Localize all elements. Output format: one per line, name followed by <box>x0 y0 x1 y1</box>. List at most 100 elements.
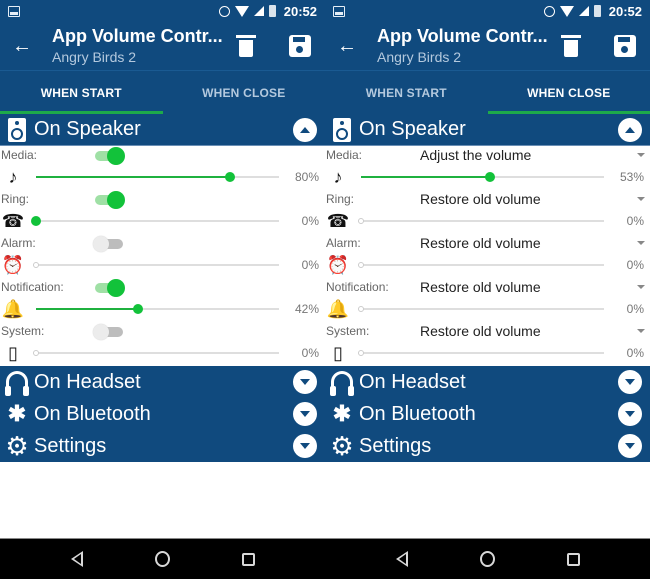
save-icon[interactable] <box>289 35 311 57</box>
slider-thumb[interactable] <box>484 172 495 182</box>
status-bar: 20:52 <box>325 0 650 22</box>
expand-button[interactable] <box>293 402 317 426</box>
stream-toggle[interactable] <box>93 236 123 252</box>
alarm-icon: ⏰ <box>326 254 350 275</box>
stream-toggle[interactable] <box>95 191 125 209</box>
back-arrow-icon[interactable]: ← <box>337 35 359 58</box>
delete-icon[interactable] <box>236 35 256 57</box>
stream-label-row: System: Restore old volume <box>325 322 650 340</box>
volume-slider[interactable] <box>358 343 604 363</box>
chevron-up-icon <box>300 126 310 133</box>
stream-toggle[interactable] <box>93 324 123 340</box>
speaker-icon <box>8 117 26 142</box>
section-title: On Headset <box>359 370 466 393</box>
expand-button[interactable] <box>293 434 317 458</box>
back-arrow-icon[interactable]: ← <box>12 35 34 58</box>
volume-percent: 0% <box>626 258 644 272</box>
expand-button[interactable] <box>293 370 317 394</box>
alarm-icon: ⏰ <box>1 254 25 275</box>
alarm-status-icon <box>218 5 230 17</box>
volume-slider[interactable] <box>31 211 279 231</box>
expand-button[interactable] <box>618 434 642 458</box>
mode-dropdown[interactable]: Restore old volume <box>416 191 650 207</box>
slider-thumb[interactable] <box>33 262 39 268</box>
gear-icon: ⚙ <box>5 431 29 461</box>
tab-when-close[interactable]: WHEN CLOSE <box>487 71 650 114</box>
slider-thumb[interactable] <box>358 262 364 268</box>
mode-dropdown[interactable]: Restore old volume <box>416 235 650 251</box>
stream-slider-row: 🔔 0% <box>325 296 650 322</box>
headset-icon <box>330 371 354 396</box>
expand-button[interactable] <box>618 402 642 426</box>
volume-percent: 0% <box>301 258 319 272</box>
slider-thumb[interactable] <box>133 304 144 314</box>
section-on-speaker[interactable]: On Speaker <box>0 114 325 146</box>
section-settings[interactable]: ⚙ Settings <box>0 430 325 462</box>
app-title: App Volume Contr... <box>377 25 548 46</box>
tab-when-start[interactable]: WHEN START <box>0 71 163 114</box>
volume-slider[interactable] <box>358 255 604 275</box>
tab-when-start[interactable]: WHEN START <box>325 71 488 114</box>
nav-back-icon[interactable] <box>395 551 408 567</box>
stream-label: Ring: <box>326 192 355 206</box>
volume-slider[interactable] <box>33 255 279 275</box>
chevron-up-icon <box>625 126 635 133</box>
slider-thumb[interactable] <box>31 216 41 226</box>
section-title: On Speaker <box>359 118 466 140</box>
nav-back-icon[interactable] <box>70 551 83 567</box>
signal-icon <box>578 6 589 16</box>
volume-slider[interactable] <box>361 167 604 187</box>
section-on-headset[interactable]: On Headset <box>325 366 650 398</box>
slider-thumb[interactable] <box>33 350 39 356</box>
stream-toggle[interactable] <box>95 147 125 165</box>
mode-dropdown[interactable]: Restore old volume <box>416 279 650 295</box>
nav-home-icon[interactable] <box>479 551 495 567</box>
slider-thumb[interactable] <box>358 306 364 312</box>
slider-fill <box>36 176 231 178</box>
phone-icon: ▯ <box>333 342 343 363</box>
save-icon[interactable] <box>614 35 636 57</box>
nav-recents-icon[interactable] <box>566 552 580 566</box>
dropdown-caret-icon <box>637 241 645 245</box>
stream-slider-row: ♪ 53% <box>325 164 650 190</box>
volume-slider[interactable] <box>36 299 279 319</box>
section-on-bluetooth[interactable]: ✱ On Bluetooth <box>325 398 650 430</box>
nav-recents-icon[interactable] <box>241 552 255 566</box>
volume-slider[interactable] <box>36 167 279 187</box>
stream-label-row: Ring: <box>0 190 325 209</box>
collapse-button[interactable] <box>293 117 317 142</box>
bell-icon: 🔔 <box>1 298 25 319</box>
section-on-speaker[interactable]: On Speaker <box>325 114 650 146</box>
app-bar: ← App Volume Contr... Angry Birds 2 <box>325 22 650 70</box>
signal-icon <box>253 6 264 16</box>
tab-when-close[interactable]: WHEN CLOSE <box>163 71 326 114</box>
stream-slider-row: ▯ 0% <box>0 340 325 366</box>
slider-thumb[interactable] <box>358 350 364 356</box>
toggle-knob <box>107 147 125 165</box>
volume-percent: 53% <box>619 170 644 184</box>
collapse-button[interactable] <box>618 117 642 142</box>
stream-slider-row: ☎ 0% <box>325 208 650 234</box>
screen-when-start: 20:52 ← App Volume Contr... Angry Birds … <box>0 0 325 538</box>
expand-button[interactable] <box>618 370 642 394</box>
stream-slider-row: ▯ 0% <box>325 340 650 366</box>
slider-thumb[interactable] <box>358 218 364 224</box>
nav-home-icon[interactable] <box>154 551 170 567</box>
section-on-headset[interactable]: On Headset <box>0 366 325 398</box>
mode-dropdown[interactable]: Adjust the volume <box>416 147 650 163</box>
delete-icon[interactable] <box>561 35 581 57</box>
volume-slider[interactable] <box>33 343 279 363</box>
volume-slider[interactable] <box>358 299 604 319</box>
volume-slider[interactable] <box>358 211 604 231</box>
stream-label-row: System: <box>0 322 325 340</box>
toggle-knob <box>93 236 109 252</box>
battery-icon <box>268 5 276 17</box>
section-on-bluetooth[interactable]: ✱ On Bluetooth <box>0 398 325 430</box>
mode-dropdown[interactable]: Restore old volume <box>416 323 650 339</box>
slider-rail <box>361 308 604 310</box>
slider-thumb[interactable] <box>225 172 236 182</box>
slider-rail <box>36 220 279 222</box>
section-settings[interactable]: ⚙ Settings <box>325 430 650 462</box>
stream-toggle[interactable] <box>95 279 125 297</box>
chevron-down-icon <box>300 379 310 385</box>
